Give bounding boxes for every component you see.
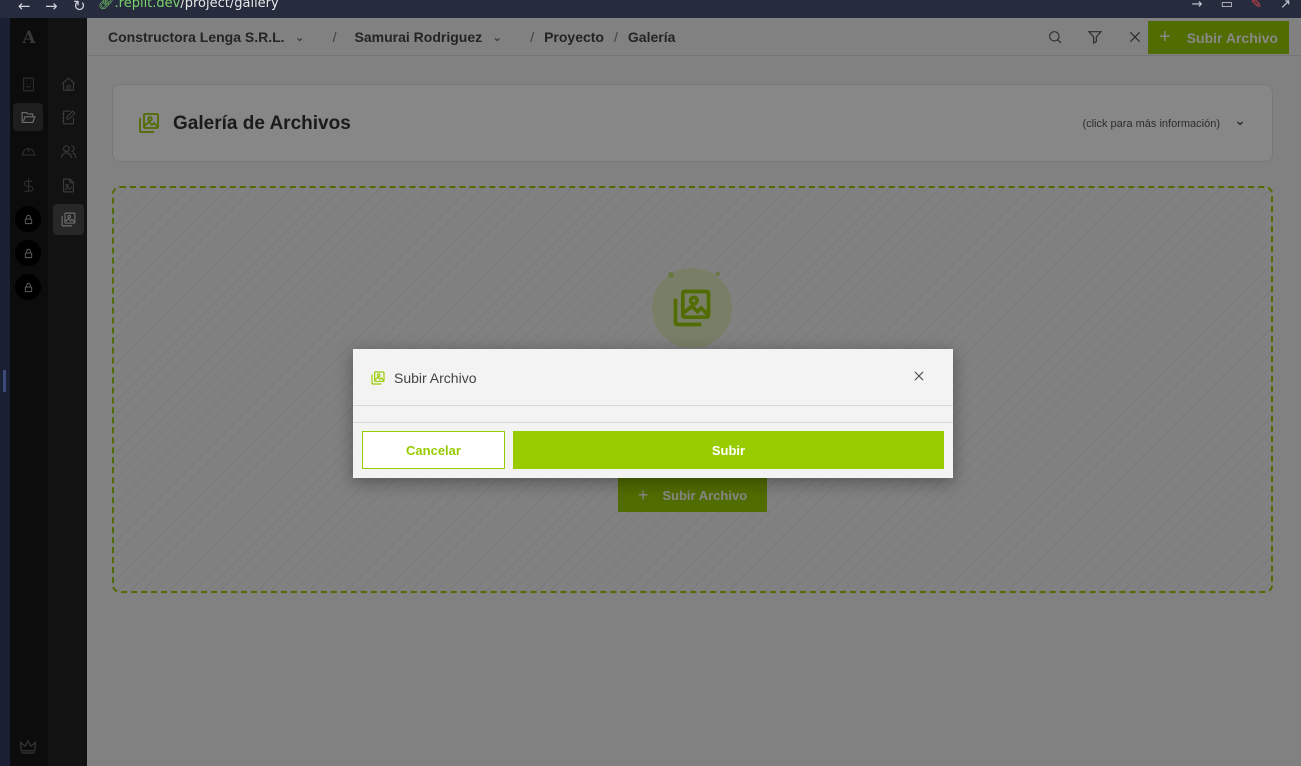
arrow-icon[interactable]: → <box>1192 0 1203 12</box>
close-icon[interactable] <box>912 369 928 385</box>
gallery-icon <box>370 370 386 391</box>
upload-modal: Subir Archivo Cancelar Subir <box>353 349 953 478</box>
resize-handle[interactable] <box>3 370 6 392</box>
modal-title: Subir Archivo <box>394 370 477 386</box>
browser-toolbar: ← → ↻ 🔗︎.replit.dev/project/gallery → ▭ … <box>0 0 1301 18</box>
tool-icon[interactable]: ✎ <box>1251 0 1262 12</box>
back-icon[interactable]: ← <box>18 0 31 15</box>
cancel-button[interactable]: Cancelar <box>362 431 505 469</box>
link-icon: 🔗︎ <box>98 0 115 11</box>
monitor-icon[interactable]: ▭ <box>1221 0 1233 12</box>
url-host: .replit.dev <box>114 0 181 11</box>
browser-tools: → ▭ ✎ ↗ <box>1178 0 1291 12</box>
url-path: /project/gallery <box>180 0 279 11</box>
modal-header: Subir Archivo <box>353 349 953 406</box>
modal-body <box>353 407 953 423</box>
forward-icon[interactable]: → <box>45 0 58 15</box>
reload-icon[interactable]: ↻ <box>73 0 86 15</box>
address-bar[interactable]: 🔗︎.replit.dev/project/gallery <box>98 0 279 14</box>
window-edge <box>0 18 10 766</box>
submit-upload-button[interactable]: Subir <box>513 431 944 469</box>
external-link-icon[interactable]: ↗ <box>1280 0 1291 12</box>
